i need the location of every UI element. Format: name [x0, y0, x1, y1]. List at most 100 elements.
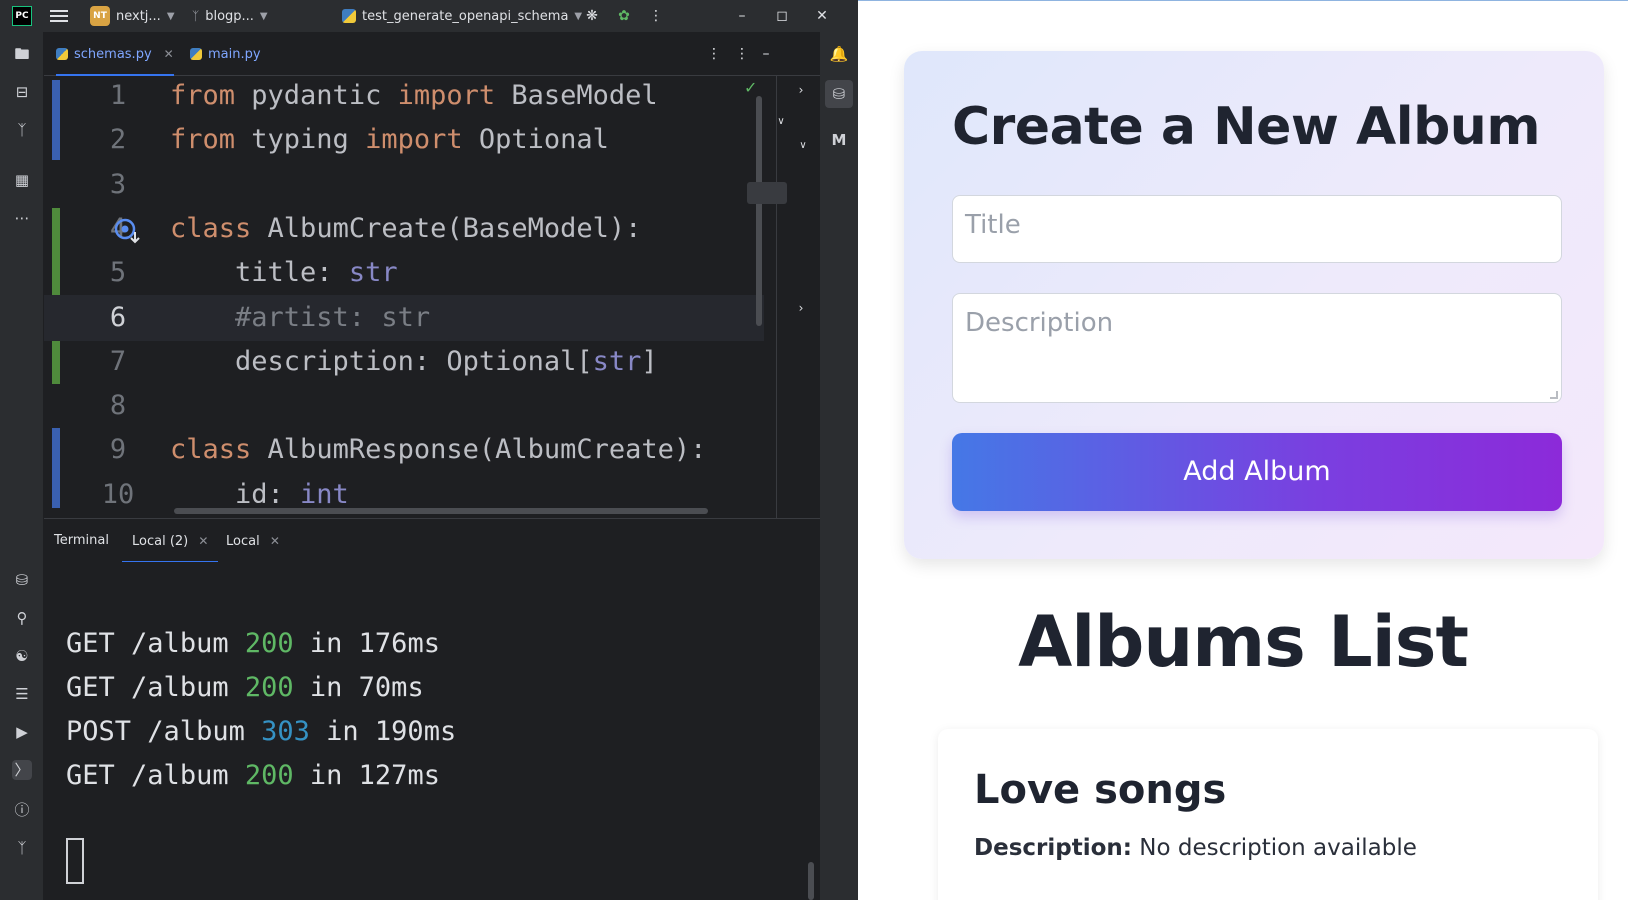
editor-tabs: schemas.py ✕ main.py ⋮ ⋮ –: [44, 32, 820, 76]
loading-icon: ❋: [586, 8, 598, 24]
code-token: import: [397, 80, 512, 111]
minimize-window-button[interactable]: –: [732, 6, 752, 26]
commit-icon[interactable]: ⊟: [12, 82, 32, 102]
line-number: 5: [109, 257, 127, 289]
project-selector[interactable]: NT nextj... ▼: [90, 5, 175, 27]
editor-vertical-scrollbar[interactable]: [756, 96, 762, 326]
editor-horizontal-scrollbar[interactable]: [174, 508, 708, 514]
editor-side-panel: › ∨ ∨ ›: [747, 76, 820, 518]
vcs-branch-selector[interactable]: ᛉ blogp... ▼: [192, 5, 268, 27]
terminal-line: POST /album 303 in 190ms: [66, 716, 457, 747]
project-folder-icon[interactable]: 🖿: [12, 44, 32, 64]
notifications-icon[interactable]: 🔔: [829, 44, 849, 64]
code-token: import: [365, 124, 479, 156]
line-number: 3: [109, 168, 127, 200]
add-album-button[interactable]: Add Album: [952, 433, 1562, 511]
python-file-icon: [56, 48, 68, 60]
pull-requests-icon[interactable]: ᛉ: [12, 120, 32, 140]
code-token: class: [170, 434, 268, 466]
terminal-line: GET /album 200 in 176ms: [66, 628, 440, 659]
python-icon: [342, 9, 356, 23]
chevron-down-icon: ▼: [166, 10, 175, 22]
code-line[interactable]: 8: [44, 383, 764, 429]
git-icon[interactable]: ᛉ: [12, 838, 32, 858]
services-icon[interactable]: ▶: [12, 722, 32, 742]
code-token: from: [170, 124, 252, 156]
tab-options-icon[interactable]: ⋮: [704, 44, 724, 64]
code-token: ]: [641, 345, 658, 377]
code-token: AlbumCreate(BaseModel):: [267, 212, 642, 244]
code-token: id:: [170, 478, 301, 510]
collapse-icon[interactable]: ∨: [793, 136, 813, 156]
code-text: #artist: str: [170, 295, 430, 341]
expand-icon[interactable]: ›: [791, 80, 811, 100]
code-line[interactable]: 5 title: str: [44, 250, 764, 296]
code-token: BaseModel: [511, 80, 658, 111]
right-tool-strip: 🔔 ⛁ M: [820, 32, 858, 900]
code-line[interactable]: 6 #artist: str: [44, 294, 764, 341]
minimap-thumb[interactable]: [747, 182, 787, 204]
code-editor[interactable]: 1 from pydantic import BaseModel 2 from typ…: [44, 76, 820, 518]
expand-icon[interactable]: ›: [791, 298, 811, 318]
more-options-icon[interactable]: ⋮: [646, 6, 666, 26]
branch-name: blogp...: [205, 8, 254, 24]
terminal-scrollbar[interactable]: [808, 862, 814, 900]
python-file-icon: [190, 48, 202, 60]
line-number: 2: [109, 124, 127, 156]
code-line[interactable]: 9 class AlbumResponse(AlbumCreate):: [44, 427, 764, 473]
albums-list-heading: Albums List: [1018, 601, 1469, 683]
hide-panel-icon[interactable]: –: [756, 44, 776, 64]
code-text: from typing import Optional: [170, 117, 609, 163]
tab-main-py[interactable]: main.py: [190, 32, 261, 76]
database-icon[interactable]: ⛁: [825, 80, 853, 108]
description-textarea[interactable]: Description: [952, 293, 1562, 403]
override-gutter-icon[interactable]: [114, 218, 142, 246]
tab-terminal[interactable]: Terminal: [54, 519, 109, 563]
structure-icon[interactable]: ▦: [12, 170, 32, 190]
terminal-icon[interactable]: 〉: [12, 760, 32, 780]
code-token: typing: [251, 124, 366, 156]
tab-local-2[interactable]: Local (2) ✕: [121, 519, 219, 563]
code-line[interactable]: 7 description: Optional[str]: [44, 339, 764, 385]
close-window-button[interactable]: ✕: [812, 6, 832, 26]
line-number: 10: [101, 478, 135, 510]
left-tool-strip: 🖿 ⊟ ᛉ ▦ ⋯ ⛁ ⚲ ☯ ☰ ▶ 〉 ⓘ ᛉ: [0, 32, 44, 900]
debug-icon[interactable]: ✿: [614, 6, 634, 26]
code-line[interactable]: 2 from typing import Optional: [44, 117, 764, 163]
close-tab-icon[interactable]: ✕: [198, 534, 208, 548]
resize-handle-icon[interactable]: [1550, 391, 1558, 399]
code-text: class AlbumResponse(AlbumCreate):: [170, 427, 706, 473]
panel-options-icon[interactable]: ⋮: [732, 44, 752, 64]
tab-schemas-py[interactable]: schemas.py ✕: [56, 32, 174, 76]
tab-local[interactable]: Local ✕: [226, 519, 280, 563]
database-icon[interactable]: ⛁: [12, 570, 32, 590]
album-card: Love songs Description: No description a…: [938, 729, 1598, 900]
markdown-icon[interactable]: M: [829, 130, 849, 150]
title-placeholder: Title: [965, 210, 1021, 240]
line-number: 8: [109, 390, 127, 422]
terminal-output[interactable]: GET /album 200 in 176ms GET /album 200 i…: [44, 562, 820, 900]
code-line[interactable]: 1 from pydantic import BaseModel: [44, 76, 764, 119]
code-line[interactable]: 3: [44, 162, 764, 208]
collapse-icon[interactable]: ∨: [771, 112, 791, 132]
browser-page: Create a New Album Title Description Add…: [858, 0, 1628, 900]
branch-icon: ᛉ: [192, 9, 200, 23]
tab-label: Terminal: [54, 533, 109, 548]
tab-label: schemas.py: [74, 46, 152, 62]
code-token: AlbumResponse(AlbumCreate):: [267, 434, 707, 466]
title-input[interactable]: Title: [952, 195, 1562, 263]
layers-icon[interactable]: ☰: [12, 684, 32, 704]
pycharm-logo-icon: PC: [12, 6, 32, 26]
close-tab-icon[interactable]: ✕: [270, 534, 280, 548]
search-icon[interactable]: ⚲: [12, 608, 32, 628]
main-menu-icon[interactable]: [50, 7, 68, 25]
maximize-window-button[interactable]: ◻: [772, 6, 792, 26]
run-config-selector[interactable]: test_generate_openapi_schema ▼: [342, 5, 582, 27]
more-tools-icon[interactable]: ⋯: [12, 208, 32, 228]
python-console-icon[interactable]: ☯: [12, 646, 32, 666]
close-tab-icon[interactable]: ✕: [164, 47, 174, 61]
description-value: No description available: [1139, 835, 1417, 861]
problems-icon[interactable]: ⓘ: [12, 800, 32, 820]
code-text: class AlbumCreate(BaseModel):: [170, 206, 641, 252]
code-line[interactable]: 4 class AlbumCreate(BaseModel):: [44, 206, 764, 252]
